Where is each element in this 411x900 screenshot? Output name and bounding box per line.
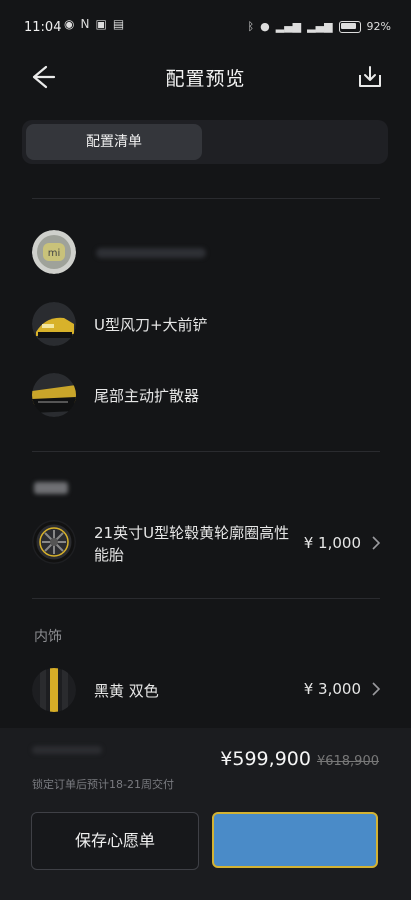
original-price: ¥618,900 — [316, 754, 379, 769]
divider — [32, 198, 380, 199]
status-system-icons: ᛒ ● ▂▄▆ ▂▄▆ 92% — [248, 20, 391, 33]
download-icon[interactable] — [355, 62, 385, 92]
divider — [32, 598, 380, 599]
front-aero-thumbnail — [32, 302, 76, 346]
location-icon: ● — [260, 20, 270, 33]
segmented-tabs: 配置清单 — [22, 120, 388, 164]
list-item[interactable]: mi — [32, 230, 382, 278]
battery-icon — [338, 20, 361, 33]
save-wishlist-button[interactable]: 保存心愿单 — [31, 812, 199, 870]
bluetooth-icon: ᛒ — [247, 20, 255, 33]
nfc-icon: N — [80, 17, 90, 31]
svg-text:mi: mi — [48, 248, 61, 259]
interior-color-thumbnail — [32, 668, 76, 712]
option-price: ¥ 1,000 — [303, 534, 361, 552]
blurred-label — [96, 248, 206, 258]
mi-logo-icon: mi — [32, 230, 76, 274]
primary-action-button[interactable] — [212, 812, 378, 868]
section-title-interior: 内饰 — [34, 629, 62, 645]
tab-second[interactable] — [208, 124, 384, 160]
app-icon: ▣ — [95, 17, 107, 31]
app-icon: ▤ — [112, 17, 125, 31]
item-label: 尾部主动扩散器 — [94, 387, 200, 405]
divider — [32, 451, 380, 452]
list-item[interactable]: 尾部主动扩散器 — [32, 373, 382, 421]
blurred-label — [32, 746, 102, 754]
signal-icon: ▂▄▆ — [307, 20, 333, 33]
rear-diffuser-thumbnail — [32, 373, 76, 417]
wheel-thumbnail — [32, 520, 76, 564]
chevron-right-icon — [372, 536, 381, 550]
page-title: 配置预览 — [165, 68, 246, 90]
wheels-price-row[interactable]: ¥ 1,000 — [304, 534, 381, 552]
chevron-right-icon — [372, 682, 381, 696]
status-bar: 11:04 ◉ N ▣ ▤ ᛒ ● ▂▄▆ ▂▄▆ 92% — [0, 0, 411, 52]
battery-level: 92% — [366, 20, 391, 33]
blurred-section-label — [34, 482, 68, 494]
status-time: 11:04 — [24, 20, 62, 35]
interior-price-row[interactable]: ¥ 3,000 — [304, 680, 381, 698]
item-label: U型风刀+大前铲 — [94, 316, 208, 334]
item-label: 黑黄 双色 — [94, 682, 159, 700]
app-header: 配置预览 — [0, 52, 411, 102]
delivery-estimate: 锁定订单后预计18-21周交付 — [32, 778, 174, 791]
signal-icon: ▂▄▆ — [275, 20, 302, 33]
list-item[interactable]: U型风刀+大前铲 — [32, 302, 382, 350]
item-label: 21英寸U型轮毂黄轮廓圈高性能胎 — [94, 524, 290, 564]
status-notification-icons: ◉ N ▣ ▤ — [64, 17, 124, 31]
bottom-summary-panel: ¥599,900 ¥618,900 锁定订单后预计18-21周交付 保存心愿单 — [0, 728, 411, 900]
tab-config-list[interactable]: 配置清单 — [26, 124, 202, 160]
total-price-row: ¥599,900 ¥618,900 — [220, 748, 379, 770]
option-price: ¥ 3,000 — [303, 680, 361, 698]
total-price: ¥599,900 — [220, 748, 311, 770]
eye-icon: ◉ — [64, 17, 75, 31]
